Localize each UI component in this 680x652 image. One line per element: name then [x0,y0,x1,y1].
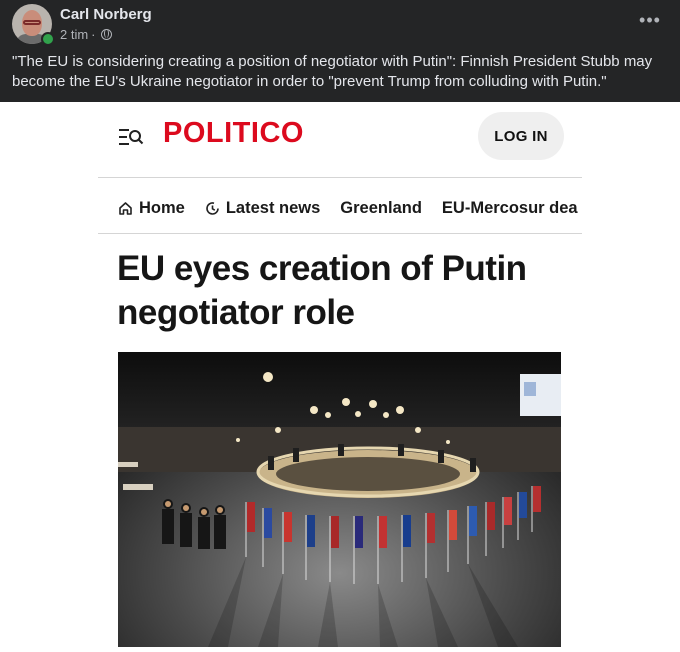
login-button[interactable]: LOG IN [478,112,564,160]
meta-separator: · [91,27,96,42]
politico-logo: POLITICO [163,117,304,149]
nav-item-latest-news[interactable]: Latest news [205,199,320,218]
article-nav: Home Latest news Greenland EU-Mercosur d… [118,195,578,221]
post-meta: 2 tim · [60,27,112,42]
search-menu-icon [119,129,144,145]
nav-label: Greenland [340,198,422,217]
author-name[interactable]: Carl Norberg [60,6,152,23]
nav-label: Home [139,198,185,217]
divider [98,233,582,234]
post-time[interactable]: 2 tim [60,27,88,42]
nav-item-greenland[interactable]: Greenland [340,199,422,218]
divider [98,177,582,178]
home-icon [119,201,132,215]
avatar-glasses [23,20,41,25]
more-horizontal-icon[interactable]: ••• [638,10,662,30]
nav-item-home[interactable]: Home [118,199,185,218]
post-header: Carl Norberg 2 tim · ••• "The EU is cons… [0,0,680,102]
nav-label: EU-Mercosur deal [441,198,578,217]
post-image[interactable]: POLITICO LOG IN Home Latest news Greenla… [0,102,680,652]
nav-label: Latest news [225,198,321,217]
article-photo[interactable] [118,352,561,647]
nav-item-eu-mercosur[interactable]: EU-Mercosur deal [442,199,578,218]
clock-icon [206,201,219,215]
post-text: "The EU is considering creating a positi… [12,53,653,90]
online-status-indicator [41,32,55,46]
article-headline[interactable]: EU eyes creation of Putin negotiator rol… [117,247,577,335]
globe-icon[interactable] [100,29,112,40]
